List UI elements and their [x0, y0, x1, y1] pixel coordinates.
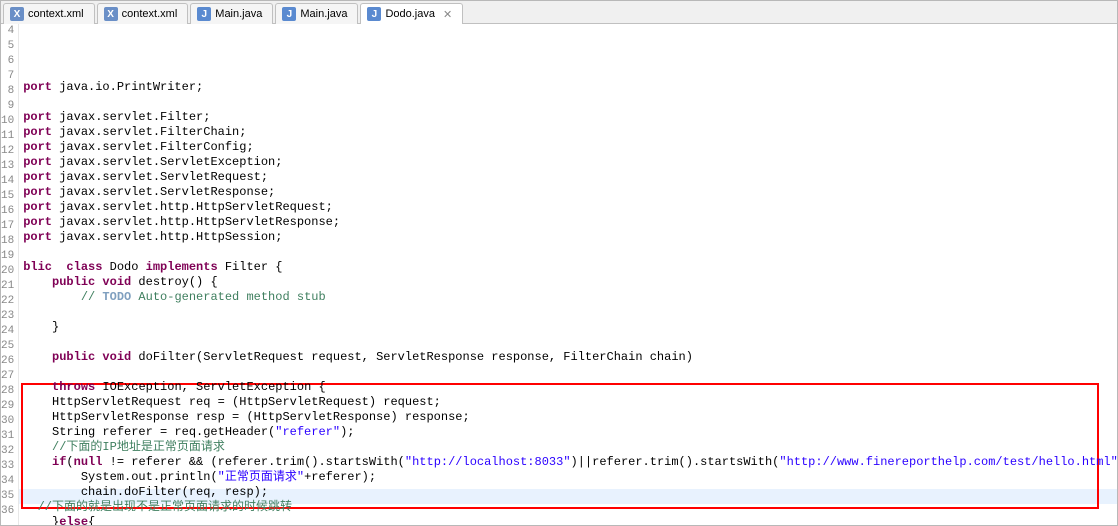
line-number: 31: [1, 429, 14, 444]
code-line[interactable]: public void destroy() {: [19, 275, 1118, 290]
tab-Dodo-java[interactable]: J Dodo.java ✕: [360, 3, 463, 24]
code-area: 4567891011121314151617181920212223242526…: [1, 24, 1117, 526]
line-number: 35: [1, 489, 14, 504]
tab-bar: Xcontext.xmlXcontext.xmlJMain.javaJMain.…: [1, 1, 1117, 24]
tab-label: context.xml: [122, 8, 178, 20]
code-line[interactable]: port javax.servlet.Filter;: [19, 110, 1118, 125]
line-number: 8: [1, 84, 14, 99]
code-line[interactable]: port javax.servlet.FilterChain;: [19, 125, 1118, 140]
line-number: 10: [1, 114, 14, 129]
line-number: 20: [1, 264, 14, 279]
tab-context-xml[interactable]: Xcontext.xml: [3, 3, 95, 24]
code-line[interactable]: chain.doFilter(req, resp);: [19, 485, 1118, 500]
tab-context-xml[interactable]: Xcontext.xml: [97, 3, 189, 24]
code-line[interactable]: port javax.servlet.http.HttpSession;: [19, 230, 1118, 245]
tab-label: Dodo.java: [385, 8, 435, 20]
code-line[interactable]: port javax.servlet.http.HttpServletReque…: [19, 200, 1118, 215]
line-number: 32: [1, 444, 14, 459]
line-number: 9: [1, 99, 14, 114]
java-file-icon: J: [282, 7, 296, 21]
line-number: 4: [1, 24, 14, 39]
editor-window: Xcontext.xmlXcontext.xmlJMain.javaJMain.…: [0, 0, 1118, 526]
java-file-icon: J: [367, 7, 381, 21]
java-file-icon: J: [197, 7, 211, 21]
line-number: 7: [1, 69, 14, 84]
line-number: 6: [1, 54, 14, 69]
code-line[interactable]: HttpServletResponse resp = (HttpServletR…: [19, 410, 1118, 425]
line-number: 13: [1, 159, 14, 174]
line-number: 27: [1, 369, 14, 384]
code-line[interactable]: port javax.servlet.FilterConfig;: [19, 140, 1118, 155]
code-line[interactable]: if(null != referer && (referer.trim().st…: [19, 455, 1118, 470]
code-line[interactable]: [19, 95, 1118, 110]
line-number: 29: [1, 399, 14, 414]
code-line[interactable]: port javax.servlet.http.HttpServletRespo…: [19, 215, 1118, 230]
line-number: 21: [1, 279, 14, 294]
line-number: 28: [1, 384, 14, 399]
code-line[interactable]: [19, 305, 1118, 320]
code-line[interactable]: throws IOException, ServletException {: [19, 380, 1118, 395]
line-number: 16: [1, 204, 14, 219]
code-line[interactable]: port java.io.PrintWriter;: [19, 80, 1118, 95]
line-number-gutter: 4567891011121314151617181920212223242526…: [1, 24, 19, 526]
code-line[interactable]: [19, 245, 1118, 260]
tab-label: context.xml: [28, 8, 84, 20]
tab-Main-java[interactable]: J Main.java: [190, 3, 273, 24]
line-number: 26: [1, 354, 14, 369]
code-line[interactable]: public void doFilter(ServletRequest requ…: [19, 350, 1118, 365]
line-number: 5: [1, 39, 14, 54]
code-line[interactable]: port javax.servlet.ServletResponse;: [19, 185, 1118, 200]
tab-label: Main.java: [300, 8, 347, 20]
xml-file-icon: X: [104, 7, 118, 21]
line-number: 30: [1, 414, 14, 429]
code-line[interactable]: port javax.servlet.ServletException;: [19, 155, 1118, 170]
tab-label: Main.java: [215, 8, 262, 20]
code-line[interactable]: System.out.println("正常页面请求"+referer);: [19, 470, 1118, 485]
code-line[interactable]: blic class Dodo implements Filter {: [19, 260, 1118, 275]
code-line[interactable]: //下面的IP地址是正常页面请求: [19, 440, 1118, 455]
code-line[interactable]: //下面的就是出现不是正常页面请求的时候跳转: [19, 500, 1118, 515]
xml-file-icon: X: [10, 7, 24, 21]
tab-Main-java[interactable]: J Main.java: [275, 3, 358, 24]
line-number: 25: [1, 339, 14, 354]
code-line[interactable]: [19, 335, 1118, 350]
line-number: 34: [1, 474, 14, 489]
code-line[interactable]: }else{: [19, 515, 1118, 526]
code-line[interactable]: }: [19, 320, 1118, 335]
line-number: 18: [1, 234, 14, 249]
line-number: 12: [1, 144, 14, 159]
line-number: 23: [1, 309, 14, 324]
line-number: 24: [1, 324, 14, 339]
code-line[interactable]: // TODO Auto-generated method stub: [19, 290, 1118, 305]
code-content[interactable]: port java.io.PrintWriter; port javax.serv…: [19, 24, 1118, 526]
code-line[interactable]: port javax.servlet.ServletRequest;: [19, 170, 1118, 185]
line-number: 19: [1, 249, 14, 264]
line-number: 22: [1, 294, 14, 309]
line-number: 14: [1, 174, 14, 189]
code-line[interactable]: String referer = req.getHeader("referer"…: [19, 425, 1118, 440]
line-number: 36: [1, 504, 14, 519]
code-line[interactable]: [19, 365, 1118, 380]
close-icon[interactable]: ✕: [443, 8, 452, 21]
line-number: 17: [1, 219, 14, 234]
line-number: 11: [1, 129, 14, 144]
code-line[interactable]: HttpServletRequest req = (HttpServletReq…: [19, 395, 1118, 410]
line-number: 15: [1, 189, 14, 204]
line-number: 33: [1, 459, 14, 474]
